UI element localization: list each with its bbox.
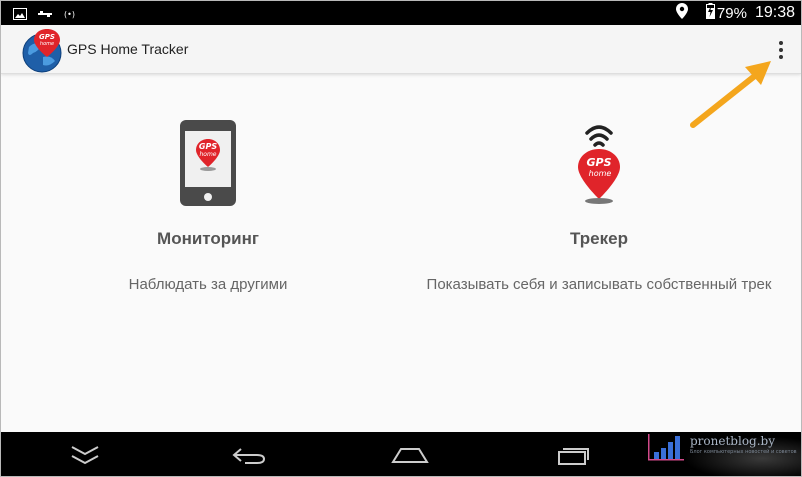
- device-screen: (•) 79% 19:38 GPS home GPS Home Tracker …: [0, 0, 802, 477]
- overflow-menu-icon: [779, 41, 783, 45]
- hide-keyboard-icon[interactable]: [69, 444, 101, 470]
- back-icon[interactable]: [231, 446, 267, 470]
- app-title: GPS Home Tracker: [67, 41, 189, 57]
- card-title: Трекер: [570, 229, 628, 248]
- home-icon[interactable]: [391, 446, 429, 470]
- signal-icon: (•): [63, 5, 79, 24]
- usb-icon: [37, 5, 53, 24]
- card-title: Мониторинг: [157, 229, 259, 248]
- logo-text-top: GPS: [39, 33, 55, 41]
- svg-text:(•): (•): [64, 10, 75, 19]
- battery-percent: 79%: [716, 4, 747, 22]
- watermark-text: pronetblog.by: [690, 434, 775, 448]
- status-bar: (•) 79% 19:38: [1, 1, 801, 25]
- logo-text-bottom: home: [40, 41, 54, 47]
- phone-gps-icon: GPS home: [13, 119, 403, 207]
- pin-text-top: GPS: [586, 156, 611, 169]
- clock: 19:38: [754, 4, 795, 21]
- card-description: Показывать себя и записывать собственный…: [426, 276, 772, 293]
- app-logo-icon[interactable]: GPS home: [19, 27, 67, 77]
- watermark: pronetblog.by Блог компьютерных новостей…: [646, 432, 801, 476]
- card-description: Наблюдать за другими: [128, 276, 288, 293]
- location-icon: [675, 3, 688, 23]
- battery-charging-icon: [705, 3, 715, 23]
- tracker-card[interactable]: GPS home Трекер Показывать себя и записы…: [404, 119, 794, 295]
- recents-icon[interactable]: [557, 444, 591, 470]
- monitoring-card[interactable]: GPS home Мониторинг Наблюдать за другими: [13, 119, 403, 295]
- gps-pin-broadcast-icon: GPS home: [404, 121, 794, 207]
- watermark-subtext: Блог компьютерных новостей и советов: [690, 449, 797, 455]
- image-icon: [13, 5, 27, 24]
- pin-text-bottom: home: [589, 169, 612, 178]
- pin-text-top: GPS: [199, 142, 217, 151]
- pin-text-bottom: home: [199, 151, 216, 158]
